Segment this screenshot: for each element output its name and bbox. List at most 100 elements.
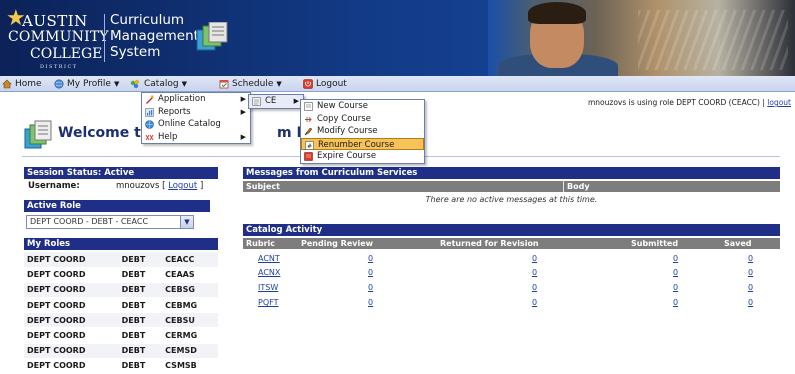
menu-item-label: Help [158,131,178,142]
role-unit: CEMSD [162,343,218,359]
table-row: PQFT 0 0 0 0 [243,297,780,310]
role-title: DEPT COORD [24,358,119,374]
modify-course-icon [304,127,313,136]
logo-text-district: DISTRICT [40,64,78,70]
returned-count-link[interactable]: 0 [532,254,537,263]
returned-count-link[interactable]: 0 [532,283,537,292]
brand-separator [104,14,105,62]
role-dept: DEBT [118,297,163,314]
menu-item-renumber-course[interactable]: # Renumber Course [301,137,424,150]
menu-item-label: Expire Course [317,151,377,161]
submitted-count-link[interactable]: 0 [673,254,678,263]
saved-count-link[interactable]: 0 [748,254,753,263]
rubric-link[interactable]: ACNX [258,268,280,277]
menu-item-online-catalog[interactable]: Online Catalog [142,118,250,131]
table-row: ITSW 0 0 0 0 [243,282,780,295]
header-photo [488,0,795,76]
menu-home[interactable]: Home [2,78,42,90]
role-unit: CSMSB [162,358,218,374]
username-logout-link[interactable]: Logout [168,181,197,191]
saved-count-link[interactable]: 0 [748,268,753,277]
submitted-count-link[interactable]: 0 [673,298,678,307]
messages-column-header: Subject Body [243,181,780,192]
curriculum-books-icon [196,22,228,51]
session-logout-link[interactable]: logout [767,98,791,107]
home-icon [2,79,12,89]
menu-item-new-course[interactable]: New Course [301,100,424,113]
role-unit: CEACC [162,252,218,268]
table-row: ACNX 0 0 0 0 [243,267,780,280]
menu-item-reports[interactable]: Reports ▶ [142,106,250,119]
rubric-link[interactable]: PQFT [258,298,278,307]
role-dept: DEBT [118,358,163,374]
menu-item-application[interactable]: Application ▶ [142,93,250,106]
role-unit: CEBMG [162,297,218,314]
app-title-line: Curriculum [110,12,185,28]
ce-submenu: New Course Copy Course Modify Course # R… [300,99,425,164]
table-row: DEPT COORD DEBT CERMG [24,327,218,344]
col-pending-review: Pending Review [301,239,374,248]
submitted-count-link[interactable]: 0 [673,283,678,292]
rubric-link[interactable]: ITSW [258,283,278,292]
messages-header: Messages from Curriculum Services [243,167,780,179]
menu-item-label: New Course [317,101,368,111]
menu-catalog-label: Catalog [144,79,179,89]
table-row: DEPT COORD DEBT CEACC [24,252,218,268]
menu-item-ce[interactable]: CE ▶ [249,95,303,108]
role-unit: CERMG [162,327,218,344]
menu-schedule[interactable]: Schedule ▼ [219,78,282,90]
svg-text:#: # [307,143,312,150]
renumber-course-icon: # [305,140,314,150]
menu-item-help[interactable]: Help ▶ [142,131,250,144]
app-title-line: Management [110,28,199,44]
submitted-count-link[interactable]: 0 [673,268,678,277]
role-title: DEPT COORD [24,297,119,314]
active-role-select[interactable]: DEPT COORD - DEBT - CEACC ▼ [26,215,194,229]
col-rubric: Rubric [246,239,276,248]
session-status-header: Session Status: Active [24,167,218,179]
pending-count-link[interactable]: 0 [368,268,373,277]
menu-schedule-label: Schedule [232,79,274,89]
menu-logout[interactable]: Logout [303,78,347,90]
pending-count-link[interactable]: 0 [368,254,373,263]
username-label: Username: [28,181,80,191]
menu-my-profile[interactable]: My Profile ▼ [54,78,119,90]
online-catalog-icon [145,120,154,129]
profile-globe-icon [54,79,64,89]
catalog-dropdown-menu: Application ▶ Reports ▶ Online Catalog H… [141,92,251,144]
col-subject: Subject [246,182,280,191]
chevron-down-icon: ▼ [113,80,120,88]
logo-text-austin: AUSTIN [22,12,88,30]
role-unit: CEBSG [162,282,218,299]
role-title: DEPT COORD [24,327,119,344]
chevron-down-icon: ▼ [276,80,282,88]
col-submitted: Submitted [631,239,679,248]
chevron-down-icon: ▼ [181,80,187,88]
menu-catalog[interactable]: Catalog ▼ [130,78,187,90]
menu-item-copy-course[interactable]: Copy Course [301,113,424,126]
menu-item-label: Copy Course [317,113,371,124]
logo-text-college: COLLEGE [30,46,103,62]
table-row: DEPT COORD DEBT CEMSD [24,343,218,359]
saved-count-link[interactable]: 0 [748,283,753,292]
table-row: DEPT COORD DEBT CEAAS [24,267,218,283]
catalog-activity-columns: Rubric Pending Review Returned for Revis… [243,238,780,249]
rubric-link[interactable]: ACNT [258,254,280,263]
messages-empty-text: There are no active messages at this tim… [425,195,598,204]
role-title: DEPT COORD [24,267,119,283]
role-dept: DEBT [118,327,163,344]
acc-logo[interactable]: ★ AUSTIN COMMUNITY COLLEGE DISTRICT [6,6,109,72]
menu-item-expire-course[interactable]: Expire Course [301,150,424,163]
schedule-icon [219,80,229,89]
photo-hair-shape [528,2,586,24]
menu-item-modify-course[interactable]: Modify Course [301,125,424,138]
returned-count-link[interactable]: 0 [532,268,537,277]
returned-count-link[interactable]: 0 [532,298,537,307]
menu-logout-label: Logout [316,79,347,89]
pending-count-link[interactable]: 0 [368,298,373,307]
chevron-down-icon[interactable]: ▼ [180,216,193,228]
col-saved: Saved [724,239,752,248]
pending-count-link[interactable]: 0 [368,283,373,292]
saved-count-link[interactable]: 0 [748,298,753,307]
app-root: ★ AUSTIN COMMUNITY COLLEGE DISTRICT Curr… [0,0,795,374]
